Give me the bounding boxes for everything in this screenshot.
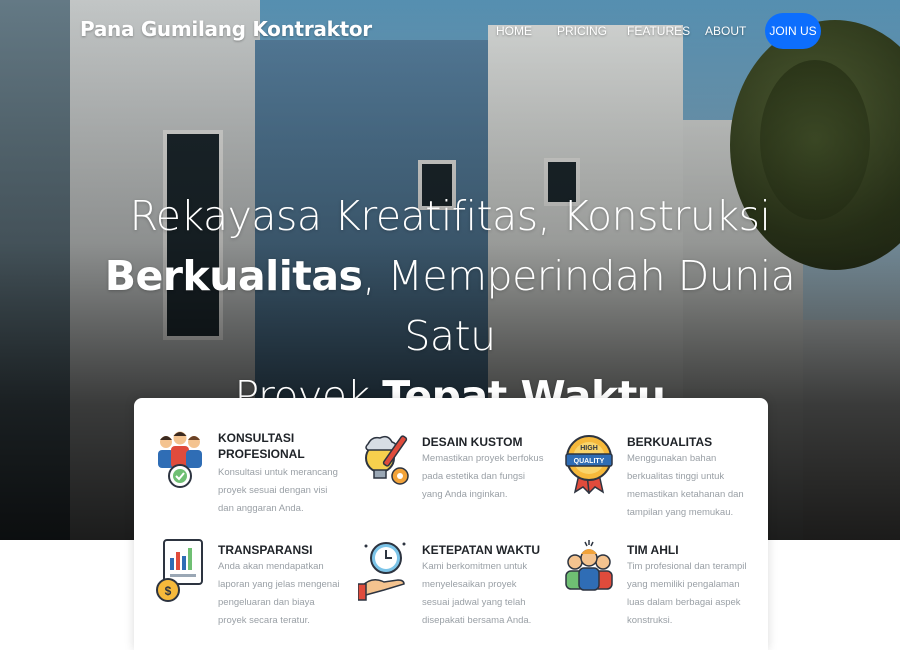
financial-report-icon: $: [156, 539, 203, 602]
svg-text:$: $: [165, 584, 172, 598]
feature-title: TIM AHLI: [627, 543, 679, 557]
feature-description: Anda akan mendapatkan laporan yang jelas…: [218, 561, 340, 626]
nav-about[interactable]: ABOUT: [705, 24, 746, 38]
feature-title: DESAIN KUSTOM: [422, 435, 523, 449]
feature-description: Tim profesional dan terampil yang memili…: [627, 561, 747, 626]
nav-features[interactable]: FEATURES: [627, 24, 690, 38]
feature-title: KONSULTASI PROFESIONAL: [218, 431, 305, 461]
feature-title: KETEPATAN WAKTU: [422, 543, 540, 557]
feature-title: BERKUALITAS: [627, 435, 713, 449]
feature-title: TRANSPARANSI: [218, 543, 313, 557]
feature-description: Menggunakan bahan berkualitas tinggi unt…: [627, 453, 744, 518]
feature-description: Memastikan proyek berfokus pada estetika…: [422, 453, 544, 500]
high-quality-badge-icon: HIGH QUALITY: [565, 435, 613, 494]
svg-text:QUALITY: QUALITY: [574, 458, 605, 465]
creative-design-icon: [365, 435, 409, 485]
feature-description: Konsultasi untuk merancang proyek sesuai…: [218, 467, 338, 514]
clock-hand-icon: [358, 542, 406, 601]
nav-pricing[interactable]: PRICING: [557, 24, 607, 38]
join-us-button[interactable]: JOIN US: [765, 13, 821, 49]
team-group-icon: [565, 540, 613, 591]
brand-logo-link[interactable]: Pana Gumilang Kontraktor: [80, 17, 372, 41]
hero-headline: Rekayasa Kreatifitas, Konstruksi Berkual…: [100, 186, 800, 426]
headline-line-1: Rekayasa Kreatifitas, Konstruksi: [129, 192, 771, 240]
headline-bold-berkualitas: Berkualitas: [104, 252, 363, 300]
consultant-team-icon: [158, 431, 202, 488]
nav-home[interactable]: HOME: [496, 24, 532, 38]
features-card: KONSULTASI PROFESIONAL Konsultasi untuk …: [134, 398, 768, 650]
headline-line-2: , Memperindah Dunia Satu: [362, 252, 796, 360]
feature-description: Kami berkomitmen untuk menyelesaikan pro…: [422, 561, 532, 626]
svg-text:HIGH: HIGH: [580, 445, 598, 452]
